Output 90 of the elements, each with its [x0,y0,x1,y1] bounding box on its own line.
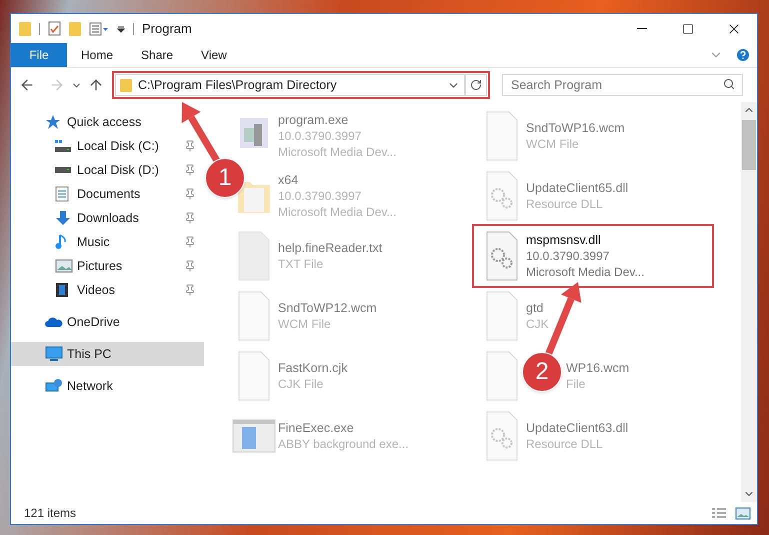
pin-icon[interactable] [184,260,196,272]
gear-file-icon [485,411,519,461]
refresh-button[interactable] [465,74,487,96]
scroll-thumb[interactable] [742,120,756,170]
minimize-icon [637,28,647,29]
sidebar-item[interactable]: Local Disk (C:) [11,134,204,158]
file-detail: CJK [526,316,549,332]
sidebar-item[interactable]: Documents [11,182,204,206]
file-detail: Resource DLL [526,196,604,212]
sidebar-item[interactable]: OneDrive [11,310,204,334]
file-detail: Resource DLL [526,436,604,452]
sidebar-item[interactable]: Pictures [11,254,204,278]
file-name: SndToWP12.wcm [278,300,377,316]
properties-icon[interactable] [89,22,109,36]
file-detail: Microsoft Media Dev... [278,204,396,220]
star-icon [45,114,61,130]
file-name: gtd [526,300,544,316]
address-field[interactable]: C:\Program Files\Program Directory [115,74,465,96]
file-detail: 10.0.3790.3997 [278,188,362,204]
file-name: help.fineReader.txt [278,240,382,256]
ribbon-tab[interactable]: Home [67,43,128,67]
file-detail: File [566,376,586,392]
ribbon-tab[interactable]: File [11,43,67,67]
pin-icon[interactable] [184,164,196,176]
monitor-icon [45,346,63,362]
file-detail: WCM File [526,136,580,152]
sidebar-item[interactable]: Music [11,230,204,254]
gear-file-icon [485,171,519,221]
file-detail: 10.0.3790.3997 [526,248,610,264]
refresh-icon [470,79,482,91]
address-text: C:\Program Files\Program Directory [138,76,337,94]
file-name: SndToWP16.wcm [526,120,625,136]
search-icon[interactable] [723,78,735,90]
ribbon-tab[interactable]: View [187,43,241,67]
document-icon [55,186,69,202]
text-file-icon [237,231,271,281]
gear-file-icon [485,231,519,281]
search-field[interactable]: Search Program [502,74,743,96]
file-name: x64 [278,172,300,188]
checklist-icon[interactable] [48,21,61,36]
file-name: mspmsnsv.dll [526,232,602,248]
pin-icon[interactable] [184,284,196,296]
drive-icon [55,140,71,152]
large-icons-view-icon[interactable] [735,506,751,520]
sidebar-item[interactable]: Downloads [11,206,204,230]
drive-icon [55,167,71,173]
file-detail: ABBY background exe... [278,436,409,452]
file-detail: WCM File [278,316,332,332]
maximize-icon [682,22,694,34]
sidebar-item[interactable]: Network [11,374,204,398]
file-name: UpdateClient63.dll [526,420,628,436]
file-name: FineExec.exe [278,420,355,436]
sidebar-item[interactable]: Quick access [11,110,204,134]
file-item[interactable]: mspmsnsv.dll 10.0.3790.3997 Microsoft Media Dev... [474,226,712,286]
pin-icon[interactable] [184,212,196,224]
file-detail: 10.0.3790.3997 [278,128,362,144]
file-name: UpdateClient65.dll [526,180,628,196]
file-name: program.exe [278,112,350,128]
sidebar-item[interactable]: Local Disk (D:) [11,158,204,182]
sidebar-item[interactable]: This PC [11,342,204,366]
file-detail: CJK File [278,376,324,392]
window-title: Program [142,20,192,38]
scrollbar[interactable] [741,102,757,502]
dropdown-caret-icon[interactable] [117,24,125,32]
file-detail: Microsoft Media Dev... [526,264,644,280]
file-detail: Microsoft Media Dev... [278,144,396,160]
music-note-icon [55,234,67,250]
network-icon [45,378,63,394]
pin-icon[interactable] [184,236,196,248]
application-icon [232,419,276,453]
film-icon [55,282,69,298]
picture-icon [55,259,73,273]
details-view-icon[interactable] [711,506,727,520]
file-detail: TXT File [278,256,324,272]
pin-icon[interactable] [184,188,196,200]
ribbon-tab[interactable]: Share [127,43,188,67]
file-icon [237,291,271,341]
file-icon [237,351,271,401]
file-icon [485,111,519,161]
folder-icon [120,78,132,92]
help-icon[interactable] [735,47,751,63]
sidebar-item[interactable]: Videos [11,278,204,302]
cloud-icon [45,316,63,328]
file-icon [485,291,519,341]
pin-icon[interactable] [184,140,196,152]
item-count: 121 items [24,505,76,522]
file-icon [485,351,519,401]
file-name: WP16.wcm [566,360,630,376]
file-name: FastKorn.cjk [278,360,348,376]
download-arrow-icon [55,210,71,226]
